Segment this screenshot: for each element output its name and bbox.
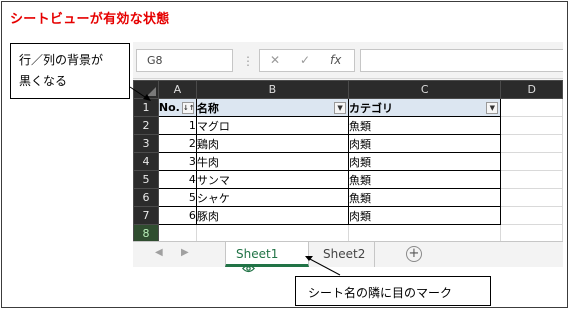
callout-background-note: 行／列の背景が 黒くなる <box>10 43 130 99</box>
screenshot-frame: シートビューが有効な状態 G8 ⋮ ✕ ✓ fx A B C D 1 No. ↓… <box>1 1 568 308</box>
callout-line: 黒くなる <box>19 74 68 88</box>
callout-line: 行／列の背景が <box>19 53 104 67</box>
callout-eye-note: シート名の隣に目のマーク <box>295 276 491 306</box>
